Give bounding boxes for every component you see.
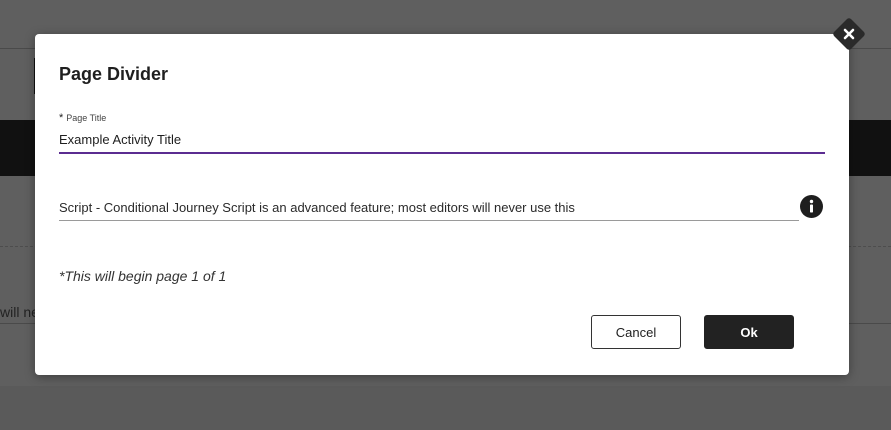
background-footer (0, 386, 891, 430)
background-text: will ne (0, 304, 39, 320)
page-title-input[interactable] (59, 126, 825, 154)
ok-button[interactable]: Ok (704, 315, 794, 349)
required-marker: * (59, 112, 64, 124)
close-button[interactable] (832, 17, 866, 51)
script-input[interactable] (59, 194, 799, 221)
page-divider-dialog: Page Divider *Page Title *This will begi… (35, 34, 849, 375)
dialog-title: Page Divider (59, 64, 169, 84)
close-icon (843, 28, 855, 40)
page-title-label: * Page Title (59, 112, 106, 124)
page-count-note: *This will begin page 1 of 1 (59, 268, 227, 284)
info-icon[interactable] (800, 195, 823, 218)
page-title-label-text: Page Title (66, 113, 107, 123)
cancel-button[interactable]: Cancel (591, 315, 681, 349)
